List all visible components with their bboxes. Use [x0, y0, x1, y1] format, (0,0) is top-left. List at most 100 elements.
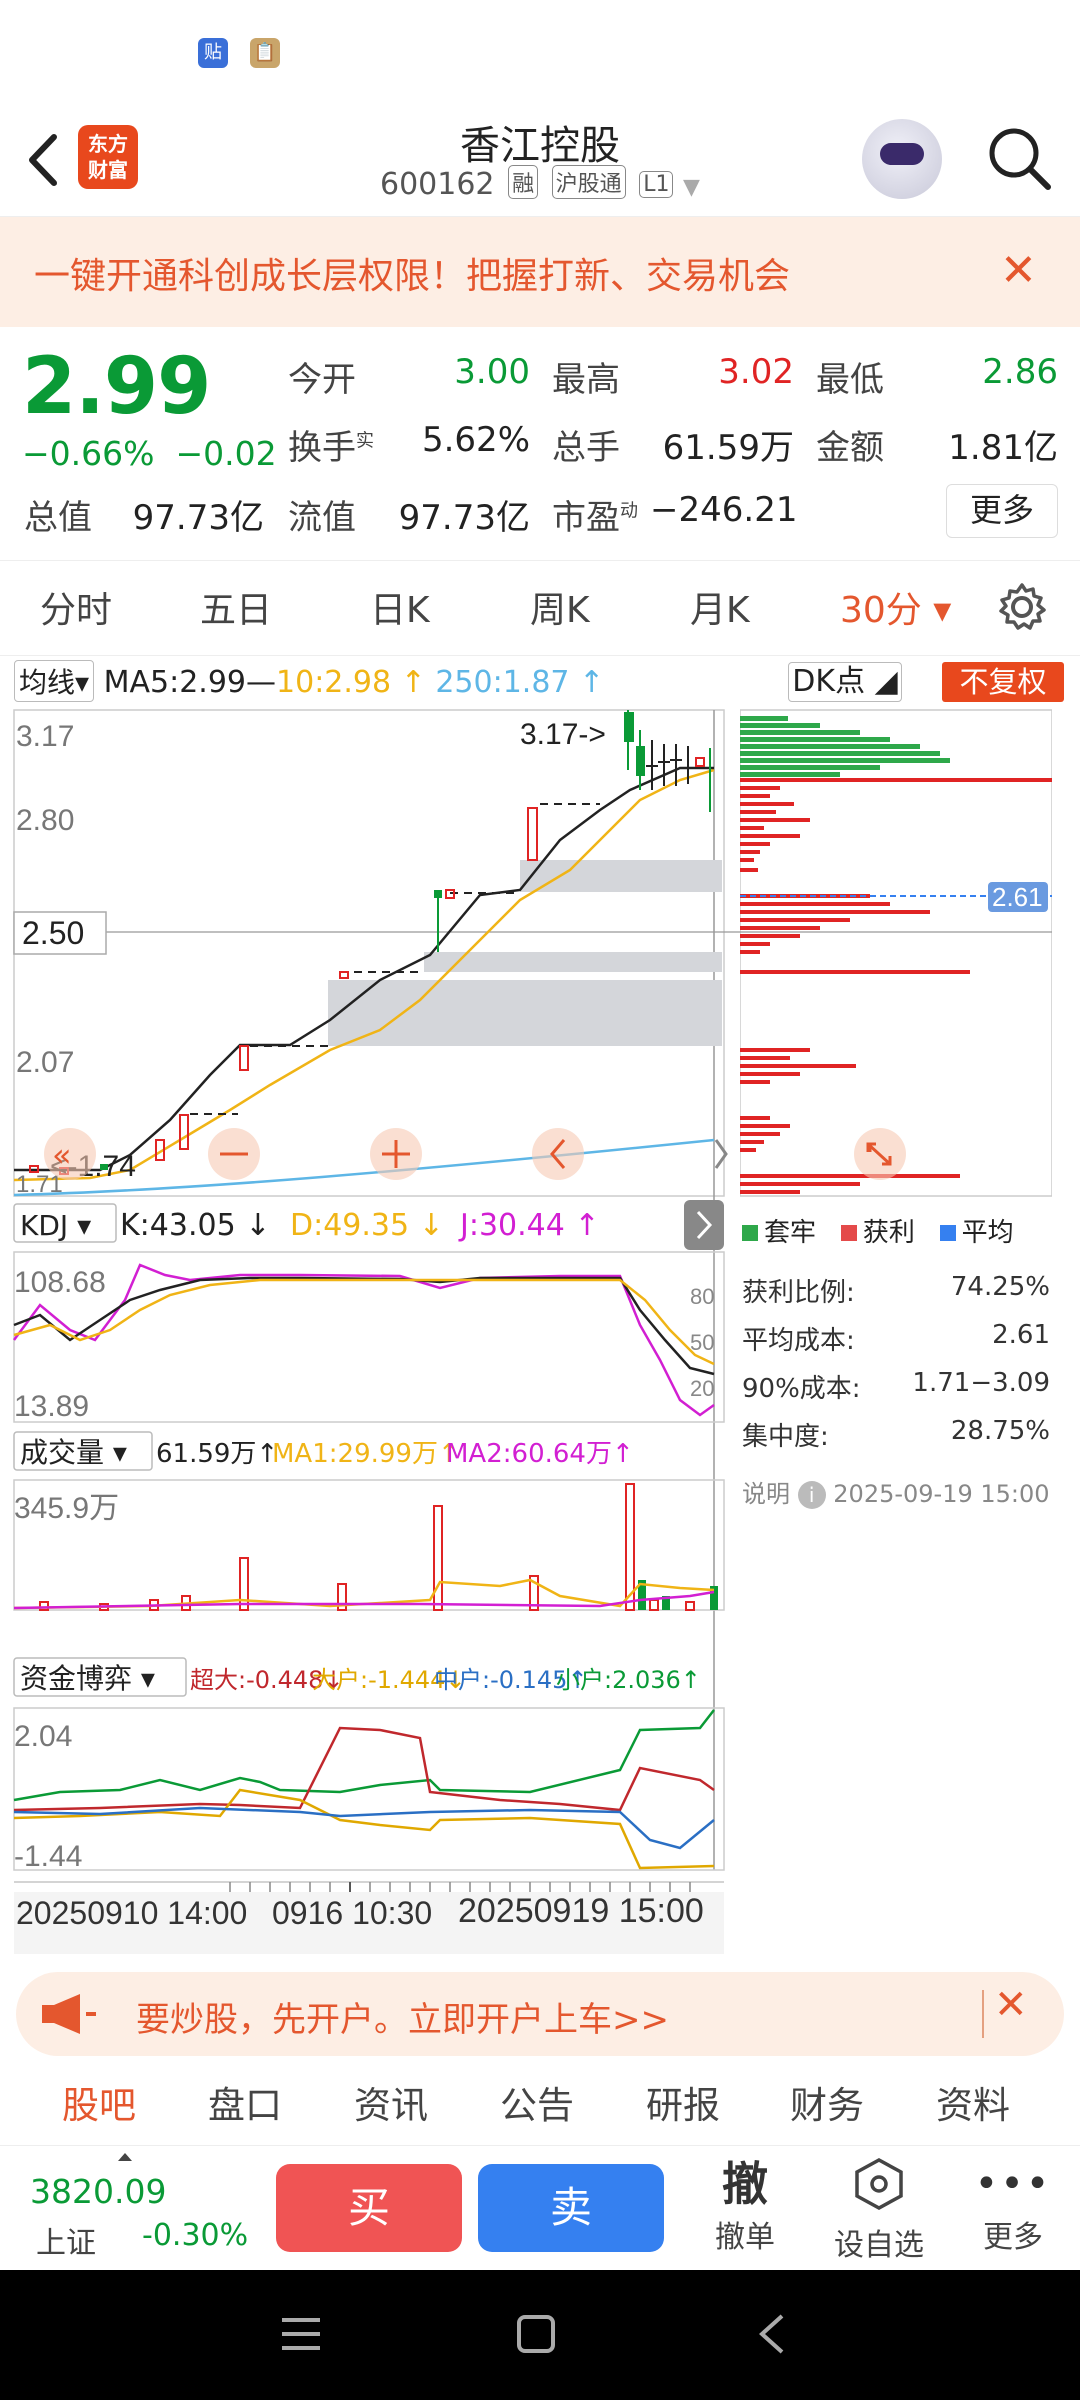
chip-distribution-chart[interactable]: 2.61: [740, 708, 1052, 1198]
stock-name: 香江控股: [460, 123, 620, 169]
tab-profile[interactable]: 资料: [936, 2075, 1010, 2129]
expand-chip-toggle[interactable]: [684, 1200, 724, 1250]
kline-chart-area[interactable]: 3.17 2.80 2.50 2.07 1.71 3.17-> <-1.74 «…: [0, 700, 740, 1960]
menu-icon[interactable]: [280, 2314, 322, 2354]
chip-concentration-value: 28.75%: [950, 1416, 1050, 1446]
back-nav-icon[interactable]: [756, 2312, 786, 2356]
pe-label: 市盈动: [552, 498, 638, 538]
tab-daily-k[interactable]: 日K: [370, 581, 430, 633]
svg-text:资金博弈 ▾: 资金博弈 ▾: [20, 1662, 155, 1695]
volume-ma1: MA1:29.99万↑: [272, 1439, 460, 1469]
price-label-317: 3.17: [16, 720, 74, 753]
chip-avg-label: 2.61: [992, 882, 1043, 912]
chip-note-label: 说明: [742, 1480, 790, 1508]
open-label: 今开: [288, 360, 356, 400]
tab-news[interactable]: 资讯: [354, 2075, 428, 2129]
tab-intraday[interactable]: 分时: [40, 581, 112, 633]
current-price: 2.99: [22, 342, 211, 432]
margin-tag: 融: [508, 165, 539, 199]
more-dots-icon: •••: [974, 2161, 1052, 2207]
chip-note-row[interactable]: 说明 i 2025-09-19 15:00: [742, 1474, 1050, 1509]
chip-90-cost-label: 90%成本:: [742, 1374, 861, 1404]
legend-average: 平均: [961, 1218, 1014, 1248]
low-label: 最低: [816, 360, 884, 400]
float-label: 流值: [288, 498, 356, 538]
kdj-header: KDJ ▾ K:43.05 ↓ D:49.35 ↓ J:30.44 ↑: [13, 1203, 600, 1243]
stock-code-row[interactable]: 600162 融 沪股通 L1 ▼: [380, 165, 700, 202]
tab-guba[interactable]: 股吧: [62, 2075, 136, 2129]
tab-announcements[interactable]: 公告: [500, 2075, 574, 2129]
chip-avg-cost-value: 2.61: [992, 1320, 1050, 1350]
tab-finance[interactable]: 财务: [790, 2075, 864, 2129]
chip-avg-cost-label: 平均成本:: [742, 1326, 855, 1356]
high-label: 最高: [552, 360, 620, 400]
kdj-top-label: 108.68: [14, 1266, 106, 1299]
tab-research[interactable]: 研报: [646, 2075, 720, 2129]
cancel-order-icon: 撤: [722, 2157, 768, 2211]
close-icon[interactable]: ✕: [1000, 245, 1037, 296]
volume-value-label: 61.59万↑: [156, 1439, 278, 1469]
svg-text:KDJ ▾: KDJ ▾: [20, 1209, 91, 1242]
connect-tag: 沪股通: [551, 165, 626, 199]
tab-pankou[interactable]: 盘口: [208, 2075, 282, 2129]
fund-bottom-label: -1.44: [14, 1840, 82, 1873]
price-change: −0.66% −0.02: [22, 434, 277, 473]
more-menu-button[interactable]: ••• 更多: [958, 2156, 1068, 2256]
chip-date: 2025-09-19 15:00: [833, 1480, 1050, 1508]
adjust-mode-button[interactable]: 不复权: [942, 662, 1064, 702]
search-icon[interactable]: [984, 123, 1054, 193]
volume-ma2-line: [13, 1590, 715, 1610]
price-label-207: 2.07: [16, 1046, 74, 1079]
fund-top-label: 2.04: [14, 1720, 72, 1753]
ma-indicator-bar: 均线▾ MA5:2.99—10:2.98 ↑ 250:1.87 ↑: [14, 660, 1080, 702]
back-icon[interactable]: [18, 125, 78, 195]
chip-90-cost-value: 1.71−3.09: [912, 1368, 1050, 1398]
kdj-j-line: [12, 1263, 715, 1417]
tab-monthly-k[interactable]: 月K: [690, 581, 750, 633]
kdj-level-50: 50: [690, 1330, 714, 1355]
scroll-left-icon[interactable]: [532, 1128, 584, 1180]
bottom-trade-bar: 3820.09 上证 -0.30% 买 卖 撤 撤单 设自选 ••• 更多: [0, 2145, 1080, 2270]
ma5-value: MA5:2.99—: [103, 665, 277, 700]
tab-30min[interactable]: 30分 ▾: [840, 581, 951, 633]
add-watchlist-button[interactable]: 设自选: [824, 2156, 934, 2264]
home-icon[interactable]: [516, 2314, 556, 2354]
kdj-k-value: K:43.05 ↓: [120, 1208, 270, 1243]
tab-five-day[interactable]: 五日: [200, 581, 272, 633]
svg-text:«: «: [52, 1136, 72, 1174]
mktcap-label: 总值: [24, 498, 92, 538]
chip-concentration-label: 集中度:: [742, 1422, 829, 1452]
kdj-level-80: 80: [690, 1284, 714, 1309]
kdj-d-line: [13, 1278, 715, 1366]
open-account-ad[interactable]: 要炒股，先开户。立即开户上车>> ✕: [16, 1972, 1064, 2056]
dk-point-selector[interactable]: DK点 ◢: [788, 662, 902, 702]
cancel-order-button[interactable]: 撤 撤单: [690, 2156, 800, 2256]
svg-text:成交量 ▾: 成交量 ▾: [20, 1436, 127, 1469]
tab-weekly-k[interactable]: 周K: [530, 581, 590, 633]
ad-close-icon[interactable]: ✕: [994, 1982, 1028, 2028]
volume-value: 61.59万: [662, 428, 794, 468]
index-name: 上证: [36, 2226, 96, 2261]
low-value: 2.86: [982, 352, 1058, 392]
legend-trapped: 套牢: [764, 1218, 817, 1248]
fund-small-line: [13, 1709, 715, 1802]
chip-legend: 套牢 获利 平均: [742, 1212, 1014, 1249]
assistant-robot-icon[interactable]: [862, 119, 942, 199]
ma-selector[interactable]: 均线▾: [14, 660, 95, 702]
more-button[interactable]: 更多: [946, 484, 1058, 538]
chip-profit-ratio-label: 获利比例:: [742, 1278, 855, 1308]
info-icon[interactable]: i: [797, 1481, 826, 1509]
settings-gear-icon[interactable]: [996, 581, 1048, 633]
top-header: 东方 财富 香江控股 600162 融 沪股通 L1 ▼: [0, 105, 1080, 217]
promo-banner[interactable]: 一键开通科创成长层权限！把握打新、交易机会 ✕: [0, 217, 1080, 327]
fund-super-line: [13, 1726, 715, 1812]
kdj-k-line: [13, 1276, 715, 1376]
buy-button[interactable]: 买: [276, 2164, 462, 2252]
amount-value: 1.81亿: [948, 428, 1058, 468]
pe-value: −246.21: [650, 490, 798, 530]
stock-code: 600162: [380, 167, 495, 202]
mktcap-value: 97.73亿: [132, 498, 264, 538]
ma250-value: 250:1.87 ↑: [435, 665, 605, 700]
sell-button[interactable]: 卖: [478, 2164, 664, 2252]
high-annotation: 3.17->: [520, 718, 606, 751]
